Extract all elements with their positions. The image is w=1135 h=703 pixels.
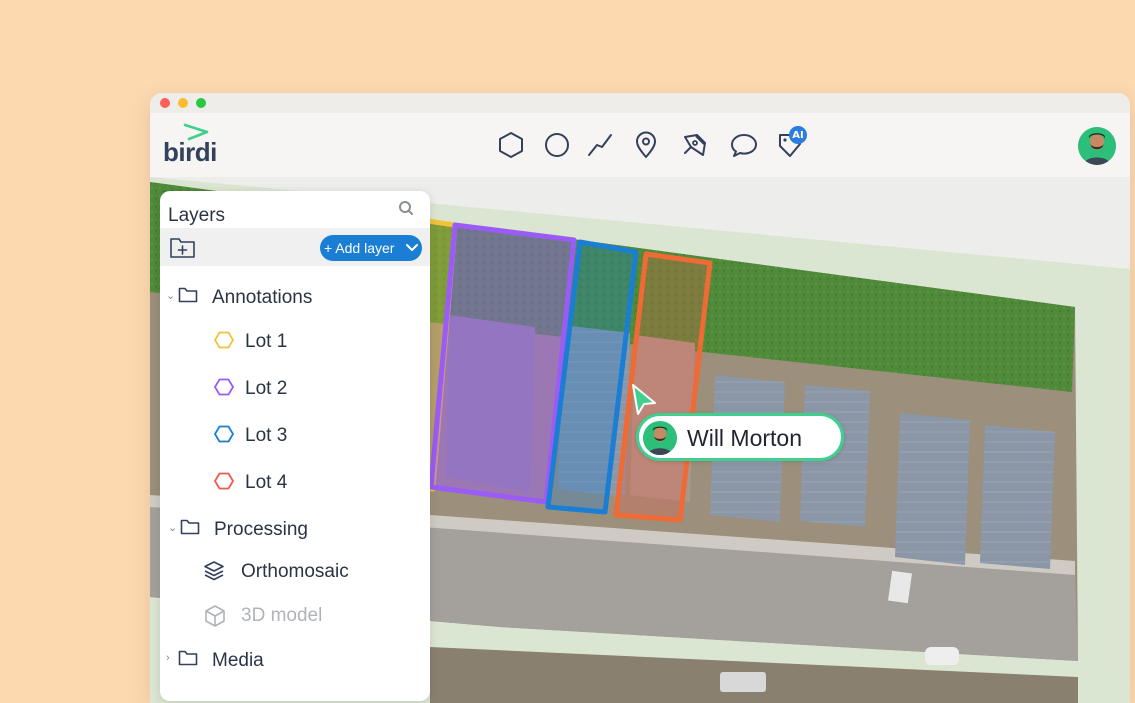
pen-tool[interactable]	[680, 130, 710, 160]
circle-tool[interactable]	[542, 130, 572, 160]
layer-item-orthomosaic[interactable]: Orthomosaic	[203, 557, 413, 587]
title-bar	[150, 93, 1130, 113]
hexagon-icon	[214, 378, 234, 396]
layer-item-lot-4[interactable]: Lot 4	[214, 468, 414, 498]
collaborator-avatar	[643, 421, 677, 455]
layer-group-processing[interactable]: ⌄ Processing	[168, 515, 418, 545]
group-label: Annotations	[212, 287, 313, 308]
ai-badge: AI	[789, 126, 807, 144]
layer-label: Lot 2	[245, 378, 288, 399]
comment-icon	[731, 134, 757, 157]
chevron-right-icon[interactable]: ›	[166, 652, 170, 664]
group-label: Media	[212, 650, 264, 671]
chevron-down-icon[interactable]: ⌄	[166, 289, 175, 302]
folder-icon	[178, 287, 198, 303]
layers-toolbar: + Add layer	[160, 228, 430, 266]
pen-icon	[684, 134, 706, 156]
minimize-window-button[interactable]	[178, 98, 188, 108]
collaborator-name: Will Morton	[687, 425, 803, 451]
maximize-window-button[interactable]	[196, 98, 206, 108]
line-icon	[588, 134, 612, 156]
comment-tool[interactable]	[729, 130, 759, 160]
collaborator-label: Will Morton	[636, 413, 844, 461]
close-window-button[interactable]	[160, 98, 170, 108]
layer-label: Lot 3	[245, 425, 288, 446]
collaborator-cursor-icon	[632, 384, 656, 415]
cube-icon	[205, 605, 225, 627]
hexagon-icon	[214, 472, 234, 490]
user-avatar[interactable]	[1078, 127, 1116, 165]
chevron-down-icon	[406, 244, 418, 251]
layer-item-lot-2[interactable]: Lot 2	[214, 374, 414, 404]
line-tool[interactable]	[585, 130, 615, 160]
add-layer-label: + Add layer	[324, 240, 395, 256]
layer-group-media[interactable]: › Media	[166, 646, 416, 676]
layer-group-annotations[interactable]: ⌄ Annotations	[166, 283, 416, 313]
add-layer-button[interactable]: + Add layer	[320, 235, 422, 261]
layer-item-lot-1[interactable]: Lot 1	[214, 327, 414, 357]
birdi-logo[interactable]: birdi	[162, 123, 222, 167]
polygon-tool[interactable]	[496, 130, 526, 160]
group-label: Processing	[214, 519, 308, 540]
layers-icon	[204, 561, 224, 581]
chevron-down-icon[interactable]: ⌄	[168, 521, 177, 534]
lot-annotations	[387, 214, 713, 523]
layer-item-lot-3[interactable]: Lot 3	[214, 421, 414, 451]
layer-label: Lot 1	[245, 331, 288, 352]
avatar-portrait-icon	[1078, 127, 1116, 165]
toolbar: birdi AI	[150, 113, 1130, 177]
folder-icon	[178, 650, 198, 666]
avatar-portrait-icon	[643, 421, 677, 455]
layer-label: Lot 4	[245, 472, 288, 493]
add-folder-icon[interactable]	[169, 235, 197, 259]
hexagon-icon	[214, 425, 234, 443]
panel-title: Layers	[168, 205, 226, 226]
pin-tool[interactable]	[631, 130, 661, 160]
layer-item-3d-model[interactable]: 3D model	[203, 601, 413, 631]
folder-icon	[180, 519, 200, 535]
layer-label: 3D model	[241, 605, 323, 626]
polygon-icon	[499, 132, 523, 158]
hexagon-icon	[214, 331, 234, 349]
layers-panel: Layers + Add layer ⌄ Annotations Lot 1 L…	[160, 191, 430, 701]
layer-label: Orthomosaic	[241, 561, 349, 582]
circle-icon	[545, 133, 569, 157]
search-icon[interactable]	[398, 200, 414, 216]
location-pin-icon	[636, 131, 656, 158]
logo-text: birdi	[163, 137, 217, 167]
